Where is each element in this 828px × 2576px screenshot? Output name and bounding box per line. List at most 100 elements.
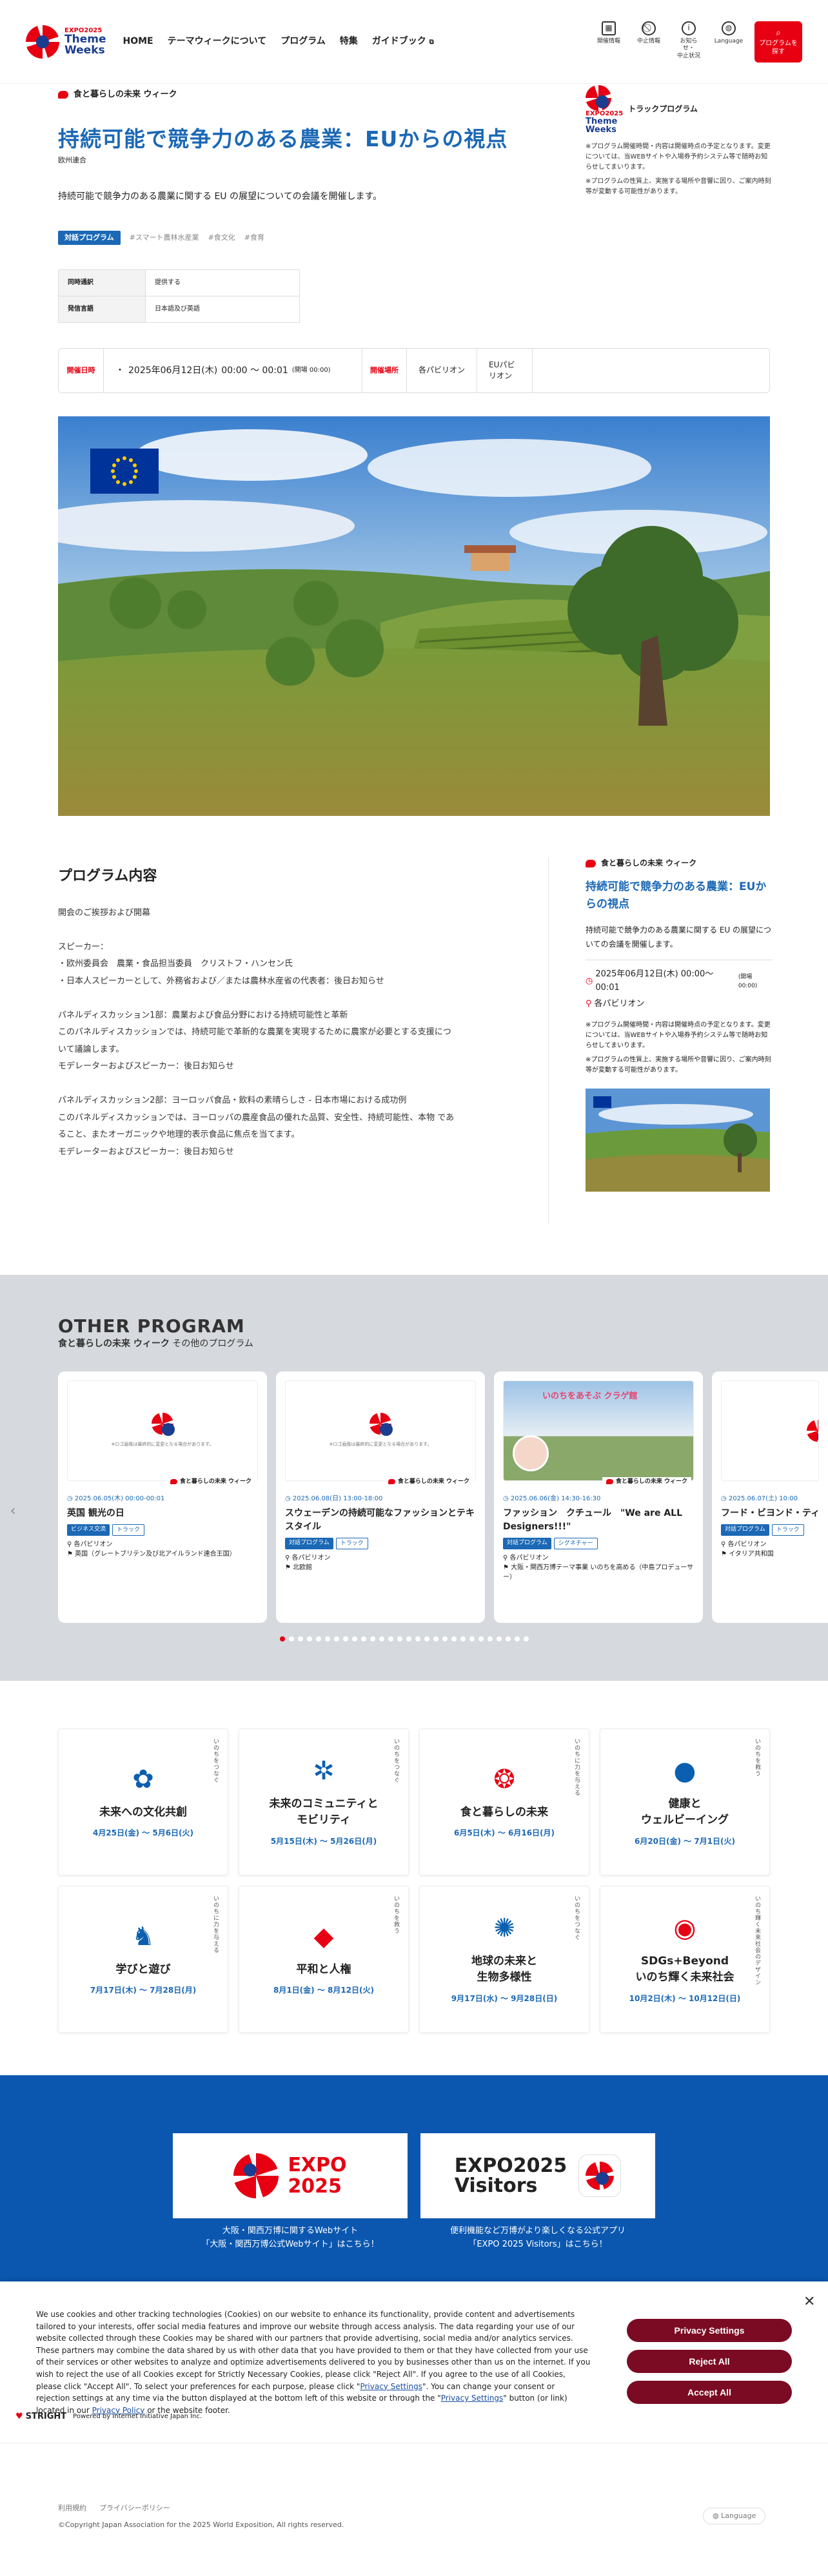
privacy-settings-button[interactable]: Privacy Settings: [627, 2319, 792, 2342]
stright-logo-icon: ♥: [15, 2412, 23, 2421]
carousel-dot[interactable]: [289, 1636, 294, 1641]
carousel-dot[interactable]: [343, 1636, 348, 1641]
card-category: 食と暮らしの未来 ウィーク: [602, 1477, 691, 1487]
accept-all-button[interactable]: Accept All: [627, 2381, 792, 2404]
theme-week-tile[interactable]: いのちに力を与える ♞ 学びと遊び 7月17日(木) 〜 7月28日(月): [58, 1886, 228, 2033]
theme-week-tile[interactable]: いのちをつなぐ ✺ 地球の未来と 生物多様性 9月17日(水) 〜 9月28日(日): [419, 1886, 589, 2033]
carousel-dot[interactable]: [478, 1636, 484, 1641]
visitors-app-icon: [578, 2155, 622, 2197]
carousel-dot[interactable]: [397, 1636, 402, 1641]
visitors-app-caption: 便利機能など万博がより楽しくなる公式アプリ 「EXPO 2025 Visitors…: [449, 2226, 626, 2249]
theme-name: 学びと遊び: [115, 1962, 171, 1976]
nav-guidebook[interactable]: ガイドブック ⧉: [372, 34, 434, 48]
carousel-dot[interactable]: [406, 1636, 411, 1641]
theme-week-tile[interactable]: いのちを救う ◆ 平和と人権 8月1日(金) 〜 8月12日(火): [239, 1886, 409, 2033]
language-switch[interactable]: ◍ Language: [703, 2508, 766, 2524]
expo-logo-icon: [807, 1420, 818, 1443]
theme-week-tile[interactable]: いのちに力を与える ❂ 食と暮らしの未来 6月5日(木) 〜 6月16日(月): [419, 1729, 589, 1875]
theme-name: 平和と人権: [296, 1962, 351, 1976]
program-card[interactable]: ◷ 2025.06.07(土) 10:00 フード・ビヨンド・ティ 対話プログラ…: [712, 1371, 828, 1623]
carousel-dot[interactable]: [307, 1636, 312, 1641]
footer-privacy-link[interactable]: プライバシーポリシー: [99, 2503, 170, 2514]
theme-week-tile[interactable]: いのちを救う ● 健康と ウェルビーイング 6月20日(金) 〜 7月1日(火): [600, 1729, 770, 1875]
tag-link[interactable]: #食文化: [208, 232, 235, 244]
theme-weeks-logo: EXPO2025 Theme Weeks: [586, 85, 623, 134]
program-card[interactable]: ※ロゴ画像は最終的に変更となる場合があります。 食と暮らしの未来 ウィーク ◷ …: [58, 1371, 267, 1623]
learning-icon: ♞: [132, 1921, 155, 1951]
carousel-dot[interactable]: [424, 1636, 429, 1641]
carousel-dot[interactable]: [433, 1636, 439, 1641]
nav-feature[interactable]: 特集: [340, 34, 358, 48]
theme-name: 未来のコミュニティと モビリティ: [269, 1797, 379, 1827]
theme-week-tile[interactable]: いのちをつなぐ ✿ 未来への文化共創 4月25日(金) 〜 5月6日(火): [58, 1729, 228, 1875]
program-card[interactable]: いのちをあそぶ クラゲ館 食と暮らしの未来 ウィーク ◷ 2025.06.06(…: [494, 1371, 703, 1623]
privacy-settings-link[interactable]: Privacy Settings: [360, 2382, 422, 2391]
carousel-dot[interactable]: [442, 1636, 448, 1641]
carousel-dot[interactable]: [280, 1636, 285, 1641]
carousel-dot[interactable]: [379, 1636, 384, 1641]
carousel-dot[interactable]: [334, 1636, 339, 1641]
carousel-dot[interactable]: [488, 1636, 493, 1641]
carousel-prev-button[interactable]: ‹: [5, 1503, 21, 1519]
nav-about[interactable]: テーマウィークについて: [168, 34, 267, 48]
privacy-settings-link[interactable]: Privacy Settings: [441, 2394, 503, 2403]
carousel-dot[interactable]: [370, 1636, 375, 1641]
nav-home[interactable]: HOME: [123, 34, 153, 48]
program-category: 食と暮らしの未来 ウィーク: [58, 88, 177, 102]
expo-logo-icon: [26, 24, 59, 59]
theme-week-tile[interactable]: いのちをつなぐ ✲ 未来のコミュニティと モビリティ 5月15日(木) 〜 5月26日…: [239, 1729, 409, 1875]
carousel-dot[interactable]: [361, 1636, 366, 1641]
carousel-dot[interactable]: [415, 1636, 420, 1641]
carousel-dot[interactable]: [515, 1636, 520, 1641]
site-logo[interactable]: EXPO2025 Theme Weeks: [26, 24, 106, 59]
carousel-dot[interactable]: [352, 1636, 357, 1641]
theme-tagline: いのちを救う: [393, 1895, 399, 1934]
track-label: トラックプログラム: [628, 104, 698, 114]
expo-official-site-banner[interactable]: EXPO 2025: [173, 2133, 408, 2218]
theme-date: 5月15日(木) 〜 5月26日(月): [270, 1836, 377, 1846]
visitors-app-banner[interactable]: EXPO2025 Visitors: [420, 2133, 655, 2218]
theme-tagline: いのちをつなぐ: [573, 1895, 580, 1941]
card-badge: トラック: [335, 1538, 368, 1550]
sticky-lead: 持続可能で競争力のある農業に関する EU の展望についての会議を開催します。: [586, 925, 771, 949]
tag-link[interactable]: #食育: [244, 232, 264, 244]
place-value-2: EUパビリオン: [477, 349, 533, 392]
header-news[interactable]: i お知らせ・ 中止状況: [675, 21, 703, 61]
theme-tagline: いのち輝く未来社会のデザイン: [754, 1895, 760, 1986]
theme-week-tile[interactable]: いのち輝く未来社会のデザイン ◉ SDGs+Beyond いのち輝く未来社会 10月2…: [600, 1886, 770, 2033]
carousel-dot[interactable]: [524, 1636, 529, 1641]
nav-program[interactable]: プログラム: [281, 34, 326, 48]
header-language[interactable]: ◍ Language: [715, 21, 743, 46]
organizer: 欧州連合: [58, 156, 86, 164]
carousel-dot[interactable]: [388, 1636, 393, 1641]
card-category: 食と暮らしの未来 ウィーク: [166, 1477, 255, 1487]
carousel-dot[interactable]: [316, 1636, 321, 1641]
earth-icon: ✺: [493, 1913, 515, 1943]
cookie-text: We use cookies and other tracking techno…: [36, 2310, 591, 2415]
header-cancel[interactable]: ⃠中止情報: [635, 21, 663, 46]
program-carousel: ※ロゴ画像は最終的に変更となる場合があります。 食と暮らしの未来 ウィーク ◷ …: [58, 1371, 828, 1623]
tuscany-landscape-thumbnail: [586, 1088, 770, 1192]
food-week-icon: [58, 91, 68, 99]
info-icon: i: [682, 21, 696, 35]
footer-terms-link[interactable]: 利用規約: [58, 2503, 86, 2514]
carousel-dot[interactable]: [325, 1636, 330, 1641]
reject-all-button[interactable]: Reject All: [627, 2350, 792, 2373]
carousel-dot[interactable]: [506, 1636, 511, 1641]
close-icon[interactable]: ✕: [803, 2290, 815, 2313]
carousel-dot[interactable]: [469, 1636, 475, 1641]
expo-logo-icon: [586, 85, 611, 111]
tag-link[interactable]: #スマート農林水産業: [130, 232, 199, 244]
carousel-dot[interactable]: [460, 1636, 466, 1641]
carousel-dot[interactable]: [497, 1636, 502, 1641]
card-date: ◷ 2025.06.07(土) 10:00: [721, 1495, 798, 1502]
page-title: 持続可能で競争力のある農業：EUからの視点: [58, 126, 508, 151]
carousel-dot[interactable]: [298, 1636, 303, 1641]
header-schedule[interactable]: ▦ 開催情報: [595, 21, 623, 46]
carousel-dot[interactable]: [451, 1636, 457, 1641]
program-card[interactable]: ※ロゴ画像は最終的に変更となる場合があります。 食と暮らしの未来 ウィーク ◷ …: [276, 1371, 485, 1623]
program-type-badge[interactable]: 対話プログラム: [58, 231, 121, 245]
food-week-icon: [388, 1479, 395, 1485]
find-program-button[interactable]: ⌕ プログラムを 探す: [754, 21, 802, 63]
place-value: 各パビリオン: [407, 349, 478, 392]
